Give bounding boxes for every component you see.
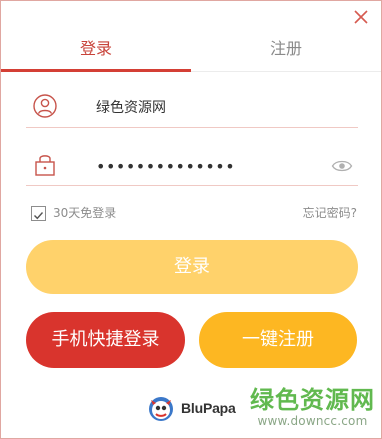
blupapa-logo-icon xyxy=(146,393,176,423)
remember-login-label: 30天免登录 xyxy=(53,206,117,220)
one-click-register-button[interactable]: 一键注册 xyxy=(199,312,357,368)
tab-bar: 登录 注册 xyxy=(1,29,381,72)
password-value[interactable]: •••••••••••••• xyxy=(96,156,235,178)
check-icon xyxy=(34,212,44,220)
phone-login-button[interactable]: 手机快捷登录 xyxy=(26,312,185,368)
close-button[interactable] xyxy=(353,9,369,25)
lock-icon xyxy=(32,151,58,177)
checkbox[interactable] xyxy=(31,206,46,221)
brand-name: BluPapa xyxy=(181,400,236,416)
close-icon xyxy=(354,10,368,24)
login-dialog: 登录 注册 绿色资源网 •••••••••••••• 30天免登录 忘记密码? … xyxy=(0,0,382,439)
username-value[interactable]: 绿色资源网 xyxy=(96,97,166,119)
user-icon xyxy=(32,93,58,119)
show-password-button[interactable] xyxy=(331,157,353,175)
watermark-url: www.downcc.com xyxy=(257,414,368,428)
watermark: 绿色资源网 www.downcc.com xyxy=(250,386,375,428)
watermark-title: 绿色资源网 xyxy=(250,386,375,414)
password-field[interactable]: •••••••••••••• xyxy=(26,147,358,186)
username-field[interactable]: 绿色资源网 xyxy=(26,89,358,128)
tab-register[interactable]: 注册 xyxy=(191,37,381,61)
eye-icon xyxy=(331,160,353,172)
forgot-password-link[interactable]: 忘记密码? xyxy=(303,205,357,221)
active-tab-indicator xyxy=(1,69,191,72)
login-button[interactable]: 登录 xyxy=(26,240,358,294)
tab-login[interactable]: 登录 xyxy=(1,37,191,61)
